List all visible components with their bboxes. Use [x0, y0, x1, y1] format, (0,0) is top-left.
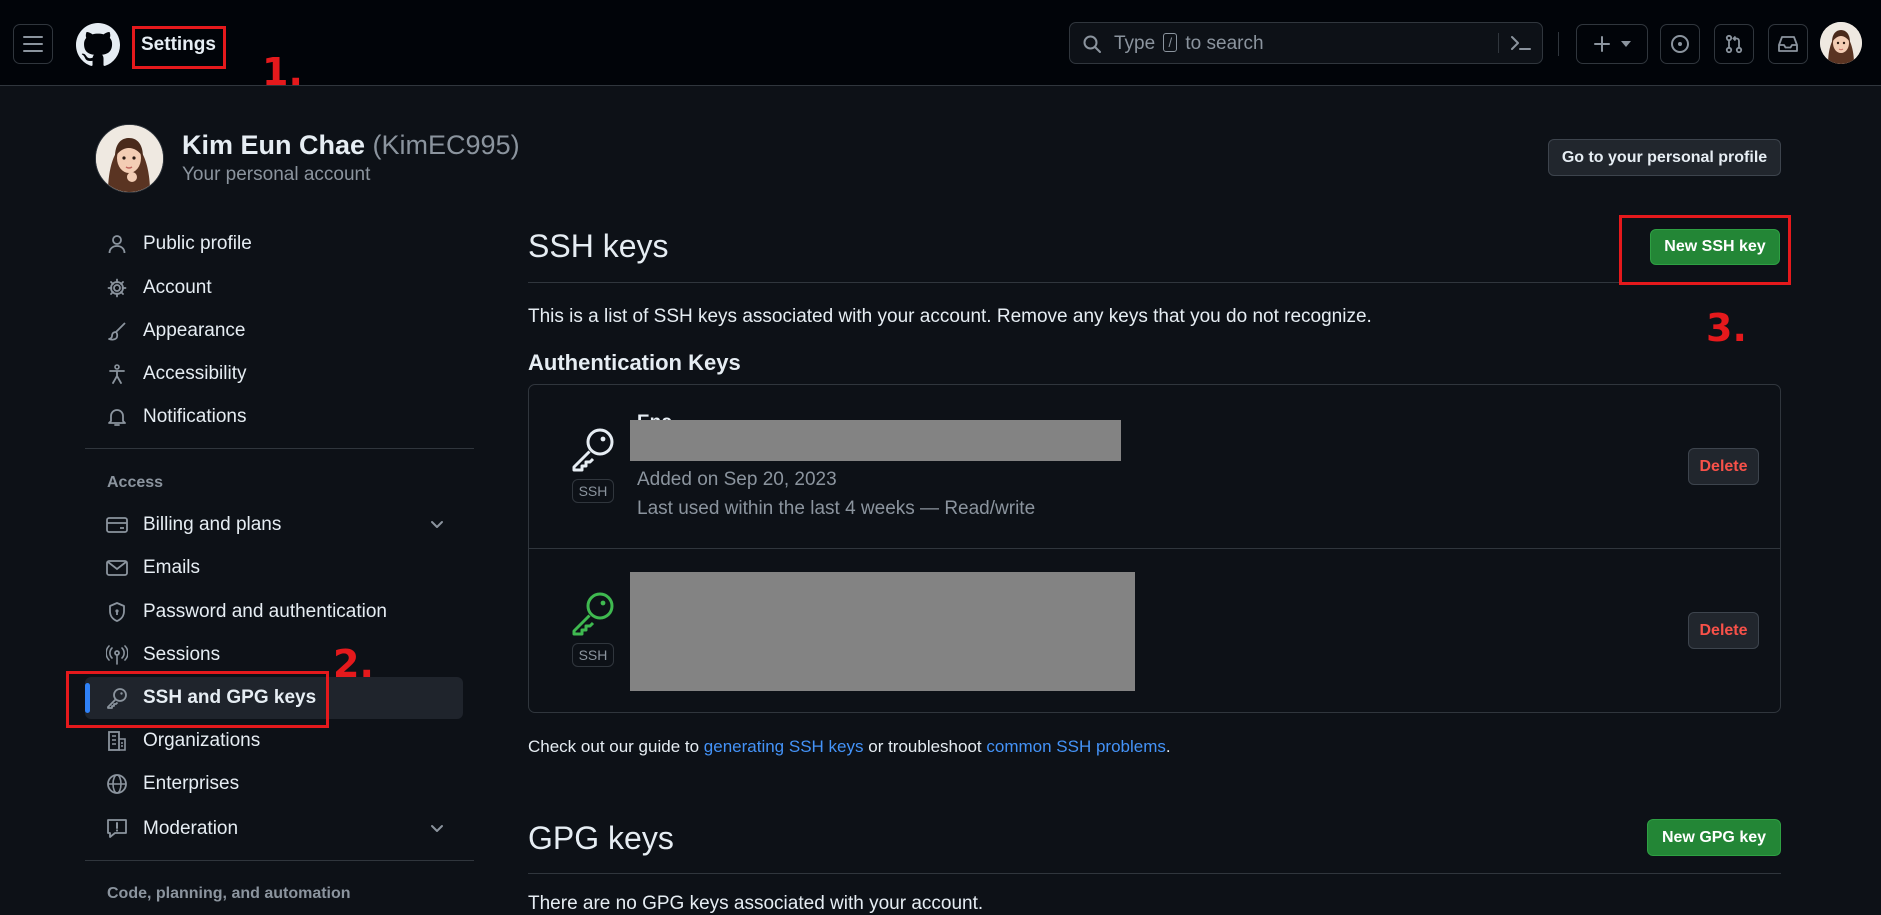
- ssh-guide-text: Check out our guide to generating SSH ke…: [528, 737, 1171, 756]
- sidebar-item-label: Organizations: [143, 730, 261, 751]
- profile-subtitle: Your personal account: [182, 164, 371, 185]
- annotation-number-1: 1.: [262, 50, 303, 94]
- sidebar-item-emails[interactable]: Emails: [85, 547, 463, 589]
- sidebar-item-label: Account: [143, 277, 212, 298]
- annotation-number-3: 3.: [1706, 306, 1747, 350]
- ssh-intro-text: This is a list of SSH keys associated wi…: [528, 306, 1372, 327]
- command-palette-icon[interactable]: [1510, 33, 1532, 53]
- sidebar-heading-code: Code, planning, and automation: [107, 885, 351, 902]
- sidebar-item-label: Appearance: [143, 320, 246, 341]
- delete-key-button[interactable]: Delete: [1688, 448, 1759, 485]
- accessibility-icon: [105, 362, 129, 386]
- sidebar-item-label: Enterprises: [143, 773, 240, 794]
- key-last-used: Last used within the last 4 weeks — Read…: [637, 498, 1036, 519]
- issue-opened-icon: [1670, 34, 1690, 54]
- key-added-date: Added on Sep 20, 2023: [637, 469, 837, 490]
- gpg-keys-title: GPG keys: [528, 820, 674, 856]
- report-icon: [105, 817, 129, 841]
- sidebar-item-label: Sessions: [143, 644, 221, 665]
- sidebar-item-moderation[interactable]: Moderation: [85, 808, 463, 850]
- search-input[interactable]: Type / to search: [1069, 22, 1543, 64]
- globe-icon: [105, 772, 129, 796]
- key-icon: [570, 426, 616, 472]
- key-icon: [570, 590, 616, 636]
- new-gpg-key-button[interactable]: New GPG key: [1647, 819, 1781, 856]
- sidebar-item-public-profile[interactable]: Public profile: [85, 223, 463, 265]
- hamburger-icon: [23, 35, 43, 53]
- sidebar-heading-access: Access: [107, 474, 164, 491]
- chevron-down-icon[interactable]: [429, 516, 445, 532]
- gpg-intro-text: There are no GPG keys associated with yo…: [528, 893, 984, 914]
- annotation-number-2: 2.: [333, 642, 374, 686]
- sidebar-item-label: Emails: [143, 557, 201, 578]
- sidebar-item-label: Accessibility: [143, 363, 247, 384]
- redacted-key-info: [630, 572, 1135, 691]
- sidebar-item-accessibility[interactable]: Accessibility: [85, 353, 463, 395]
- sidebar-item-label: Public profile: [143, 233, 252, 254]
- sidebar-item-notifications[interactable]: Notifications: [85, 396, 463, 438]
- chevron-down-icon[interactable]: [429, 820, 445, 836]
- sidebar-item-label: Password and authentication: [143, 601, 387, 622]
- header-divider: [1558, 32, 1559, 56]
- delete-key-button[interactable]: Delete: [1688, 612, 1759, 649]
- sidebar-item-password[interactable]: Password and authentication: [85, 591, 463, 633]
- inbox-icon: [1777, 34, 1799, 54]
- search-divider: [1498, 33, 1499, 53]
- common-ssh-problems-link[interactable]: common SSH problems: [986, 737, 1166, 756]
- redacted-key-info: [630, 420, 1121, 461]
- profile-handle: (KimEC995): [372, 130, 520, 160]
- key-type-label: SSH: [572, 479, 614, 503]
- plus-icon: [1593, 35, 1611, 53]
- personal-profile-button[interactable]: Go to your personal profile: [1548, 139, 1781, 176]
- sidebar-item-label: Notifications: [143, 406, 247, 427]
- sidebar-item-enterprises[interactable]: Enterprises: [85, 763, 463, 805]
- user-avatar[interactable]: [1820, 22, 1862, 64]
- sidebar-divider: [85, 860, 474, 861]
- sidebar-item-appearance[interactable]: Appearance: [85, 310, 463, 352]
- ssh-keys-title: SSH keys: [528, 228, 669, 264]
- gear-icon: [105, 276, 129, 300]
- person-icon: [105, 232, 129, 256]
- generating-ssh-keys-link[interactable]: generating SSH keys: [704, 737, 864, 756]
- issues-button[interactable]: [1660, 24, 1700, 64]
- bell-icon: [105, 405, 129, 429]
- annotation-box-ssh-gpg: [66, 671, 329, 728]
- sidebar-item-sessions[interactable]: Sessions: [85, 634, 463, 676]
- key-row-divider: [529, 548, 1780, 549]
- paintbrush-icon: [105, 319, 129, 343]
- github-logo-icon[interactable]: [76, 23, 120, 67]
- annotation-box-settings: [132, 26, 226, 69]
- authentication-keys-heading: Authentication Keys: [528, 350, 741, 375]
- sidebar-divider: [85, 448, 474, 449]
- create-new-button[interactable]: [1576, 24, 1648, 64]
- broadcast-icon: [105, 643, 129, 667]
- section-divider: [528, 873, 1781, 874]
- menu-button[interactable]: [13, 24, 53, 64]
- triangle-down-icon: [1621, 41, 1631, 47]
- section-divider: [528, 282, 1781, 283]
- annotation-box-new-ssh-key: [1619, 215, 1791, 285]
- mail-icon: [105, 556, 129, 580]
- credit-card-icon: [105, 513, 129, 537]
- search-placeholder: Type / to search: [1114, 33, 1264, 54]
- sidebar-item-billing[interactable]: Billing and plans: [85, 504, 463, 546]
- organization-icon: [105, 729, 129, 753]
- profile-avatar[interactable]: [95, 124, 164, 193]
- profile-name: Kim Eun Chae (KimEC995): [182, 130, 520, 160]
- pull-requests-button[interactable]: [1714, 24, 1754, 64]
- inbox-button[interactable]: [1768, 24, 1808, 64]
- sidebar-item-account[interactable]: Account: [85, 267, 463, 309]
- sidebar-item-label: Billing and plans: [143, 514, 282, 535]
- search-icon: [1082, 34, 1102, 54]
- git-pull-request-icon: [1724, 34, 1744, 54]
- key-type-label: SSH: [572, 643, 614, 667]
- sidebar-item-label: Moderation: [143, 818, 239, 839]
- shield-lock-icon: [105, 600, 129, 624]
